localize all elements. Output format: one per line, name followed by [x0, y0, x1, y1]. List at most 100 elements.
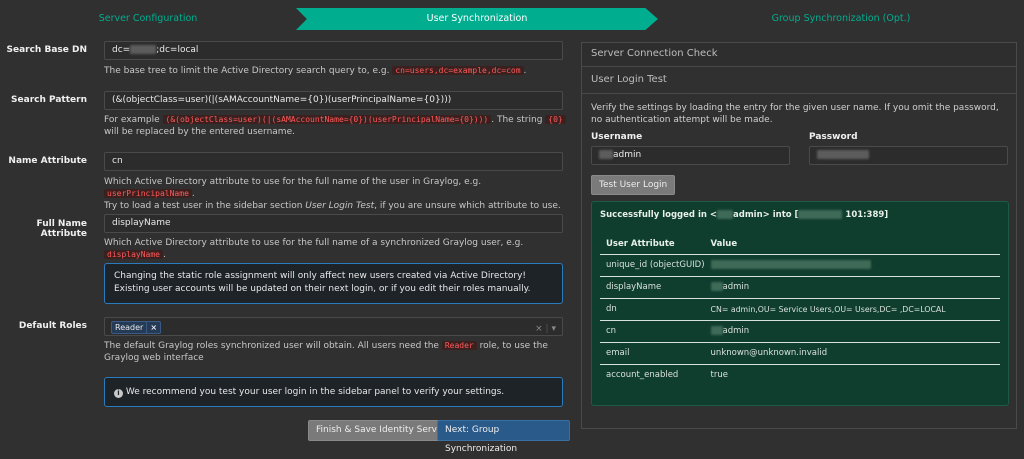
table-header-row: User Attribute Value — [600, 234, 1000, 255]
help-end: . — [523, 66, 527, 76]
server-connection-check-header[interactable]: Server Connection Check — [582, 43, 1016, 67]
step-server-configuration[interactable]: Server Configuration — [0, 8, 296, 30]
help-end: , if you are unsure which attribute to u… — [374, 201, 561, 211]
col-value: Value — [704, 234, 1000, 255]
login-test-description: Verify the settings by loading the entry… — [591, 103, 999, 125]
table-row: account_enabled true — [600, 364, 1000, 386]
table-row: displayName admin — [600, 276, 1000, 299]
role-tag-label: Reader — [115, 323, 144, 332]
value-cell: unknown@unknown.invalid — [704, 342, 1000, 365]
table-row: unique_id (objectGUID) — [600, 254, 1000, 277]
attr-cell: unique_id (objectGUID) — [600, 254, 705, 277]
value-cell: admin — [704, 320, 1000, 343]
separator: | — [545, 324, 549, 334]
default-roles-select[interactable]: Reader × × | ▾ — [104, 317, 563, 336]
redacted-value — [710, 326, 723, 335]
role-assignment-alert: Changing the static role assignment will… — [104, 263, 563, 304]
value-cell: admin — [704, 276, 1000, 299]
search-pattern-label: Search Pattern — [11, 95, 87, 105]
full-name-attribute-input[interactable]: displayName — [104, 214, 563, 233]
help-text: The base tree to limit the Active Direct… — [104, 66, 390, 76]
table-row: email unknown@unknown.invalid — [600, 342, 1000, 365]
table-row: cn admin — [600, 320, 1000, 343]
search-base-dn-suffix: ;dc=local — [156, 45, 199, 55]
attr-cell: displayName — [600, 276, 705, 299]
user-login-test-body: Verify the settings by loading the entry… — [582, 94, 1016, 428]
help-text: Which Active Directory attribute to use … — [104, 238, 524, 248]
help-end: will be replaced by the entered username… — [104, 127, 295, 137]
password-label: Password — [809, 132, 858, 142]
name-attribute-help: Which Active Directory attribute to use … — [104, 176, 566, 212]
help-end: . — [162, 250, 166, 260]
value-text: admin — [722, 326, 750, 336]
chevron-down-icon[interactable]: ▾ — [551, 324, 556, 334]
table-row: dn CN= admin,OU= Service Users,OU= Users… — [600, 298, 1000, 321]
redacted-value — [710, 282, 723, 291]
value-cell: CN= admin,OU= Service Users,OU= Users,DC… — [704, 298, 1000, 321]
redacted-value — [717, 210, 733, 219]
attr-cell: cn — [600, 320, 705, 343]
search-base-dn-help: The base tree to limit the Active Direct… — [104, 65, 566, 77]
attr-cell: email — [600, 342, 705, 365]
name-attribute-label: Name Attribute — [8, 156, 87, 166]
help-code: cn=users,dc=example,dc=com — [392, 66, 524, 75]
clear-icon[interactable]: × — [535, 324, 543, 334]
default-roles-label: Default Roles — [18, 321, 87, 331]
username-value: admin — [613, 150, 642, 160]
help-text: The default Graylog roles synchronized u… — [104, 341, 439, 351]
value-text: admin — [722, 282, 750, 292]
redacted-value — [130, 45, 157, 54]
value-cell — [704, 254, 1000, 277]
default-roles-help: The default Graylog roles synchronized u… — [104, 340, 566, 364]
attr-cell: dn — [600, 298, 705, 321]
test-user-login-button[interactable]: Test User Login — [591, 175, 676, 195]
role-tag-reader: Reader × — [111, 321, 162, 334]
name-attribute-input[interactable]: cn — [104, 152, 563, 171]
help-text: For example — [104, 115, 160, 125]
search-base-dn-label: Search Base DN — [6, 45, 87, 55]
redacted-value — [798, 210, 843, 219]
remove-role-icon[interactable]: × — [146, 322, 160, 333]
search-base-dn-input[interactable]: dc= ;dc=local — [104, 41, 563, 60]
help-code: {0} — [545, 115, 566, 124]
info-alert-text: We recommend you test your user login in… — [125, 387, 505, 397]
result-title-text: Successfully logged in < — [600, 210, 717, 220]
result-title-text: 101:389] — [845, 210, 889, 220]
finish-save-button[interactable]: Finish & Save Identity Service — [308, 420, 458, 441]
help-emphasis: User Login Test — [305, 201, 375, 211]
help-code: userPrincipalName — [104, 189, 192, 198]
sidebar-panel: Server Connection Check User Login Test … — [581, 42, 1017, 429]
step-user-synchronization[interactable]: User Synchronization — [296, 8, 658, 30]
redacted-value — [710, 260, 871, 269]
search-pattern-help: For example (&(objectClass=user)(|(sAMAc… — [104, 114, 566, 138]
help-code: Reader — [441, 341, 477, 350]
login-result-title: Successfully logged in < admin> into [ 10… — [600, 210, 888, 220]
help-text: Which Active Directory attribute to use … — [104, 177, 482, 187]
help-code: displayName — [104, 250, 163, 259]
help-text: Try to load a test user in the sidebar s… — [104, 201, 303, 211]
full-name-attribute-label: Full Name Attribute — [36, 219, 88, 239]
redacted-value — [599, 150, 613, 159]
wizard-steps: Server Configuration User Synchronizatio… — [0, 0, 1024, 38]
password-input[interactable] — [809, 146, 1008, 165]
search-base-dn-prefix: dc= — [112, 45, 131, 55]
username-input[interactable]: admin — [591, 146, 790, 165]
col-user-attribute: User Attribute — [600, 234, 705, 255]
select-controls: × | ▾ — [535, 321, 556, 335]
help-end: . — [191, 189, 195, 199]
user-attributes-table: User Attribute Value unique_id (objectGU… — [600, 234, 1000, 386]
info-icon: i — [114, 389, 123, 398]
attr-cell: account_enabled — [606, 370, 679, 381]
info-alert: i We recommend you test your user login … — [104, 377, 563, 407]
full-name-attribute-help: Which Active Directory attribute to use … — [104, 237, 566, 261]
masked-password — [817, 150, 869, 159]
user-login-test-header[interactable]: User Login Test — [582, 67, 1016, 94]
help-code: (&(objectClass=user)(|(sAMAccountName={0… — [162, 115, 492, 124]
step-group-synchronization[interactable]: Group Synchronization (Opt.) — [658, 8, 1024, 30]
next-group-sync-button[interactable]: Next: Group Synchronization — [437, 420, 570, 454]
search-pattern-input[interactable]: (&(objectClass=user)(|(sAMAccountName={0… — [104, 91, 563, 110]
value-cell: true — [710, 370, 728, 381]
result-title-text: admin> into [ — [733, 210, 799, 220]
login-result-panel: Successfully logged in < admin> into [ 10… — [591, 201, 1009, 406]
username-label: Username — [591, 132, 643, 142]
